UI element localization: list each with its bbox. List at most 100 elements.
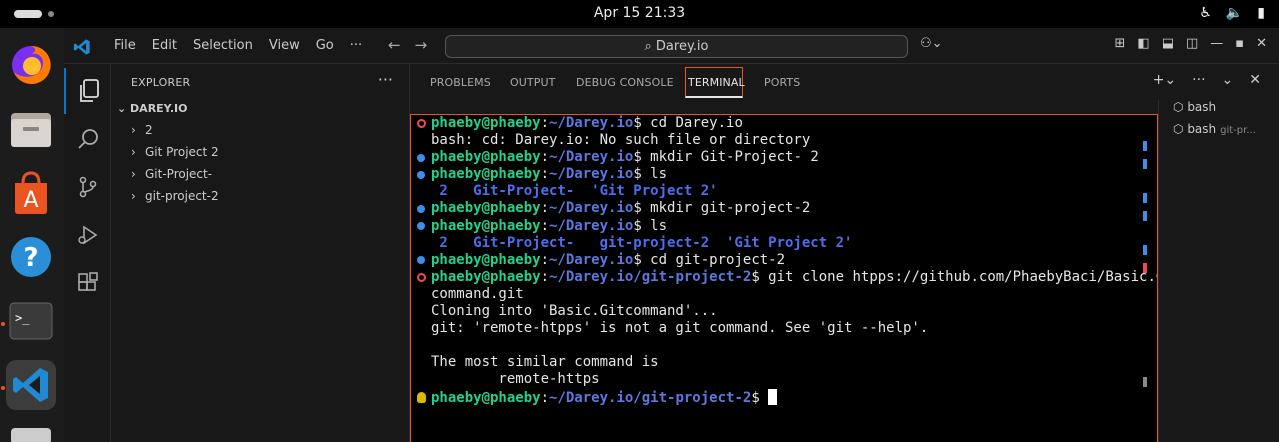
success-mark-icon[interactable] xyxy=(417,170,425,179)
app-center-launcher[interactable]: A xyxy=(6,168,56,218)
toggle-panel-icon[interactable]: ⬓ xyxy=(1162,36,1174,51)
command-mark xyxy=(417,269,426,286)
volume-icon[interactable]: 🔈 xyxy=(1226,5,1243,21)
command-mark xyxy=(417,218,426,235)
system-clock[interactable]: Apr 15 21:33 xyxy=(0,5,1279,21)
vscode-launcher[interactable] xyxy=(6,360,56,410)
toggle-secondary-sidebar-icon[interactable]: ◫ xyxy=(1186,36,1198,51)
terminal-line: command.git xyxy=(431,285,1157,303)
drive-icon xyxy=(11,428,51,442)
explorer-header: EXPLORER xyxy=(131,76,191,89)
success-mark-icon[interactable] xyxy=(417,153,425,162)
error-mark-icon[interactable] xyxy=(417,119,426,129)
navigation-arrows: ← → xyxy=(388,36,427,54)
terminal-tab[interactable]: ⬡ bash xyxy=(1173,100,1216,114)
search-activity[interactable] xyxy=(64,116,111,162)
close-window-icon[interactable]: ✕ xyxy=(1256,36,1267,51)
files-launcher[interactable] xyxy=(6,104,56,154)
minimize-icon[interactable]: — xyxy=(1210,36,1223,51)
tree-item[interactable]: › Git Project 2 xyxy=(131,142,219,162)
firefox-icon xyxy=(12,45,51,84)
error-mark-icon[interactable] xyxy=(417,272,426,282)
tree-item[interactable]: › Git-Project- xyxy=(131,164,212,184)
customize-layout-icon[interactable]: ⊞ xyxy=(1114,36,1125,51)
help-launcher[interactable]: ? xyxy=(6,232,56,282)
command-center[interactable]: ⌕ Darey.io xyxy=(445,35,908,58)
terminal-launcher[interactable]: >_ xyxy=(6,296,56,346)
tab-ports[interactable]: PORTS xyxy=(764,76,800,89)
run-debug-activity[interactable] xyxy=(64,212,111,258)
search-activity-icon xyxy=(77,129,98,149)
command-text: cd git-project-2 xyxy=(650,251,786,268)
tree-item[interactable]: › 2 xyxy=(131,120,153,140)
scroll-mark xyxy=(1143,245,1147,255)
vscode-icon xyxy=(13,368,48,402)
terminal-line: 2 Git-Project- 'Git Project 2' xyxy=(431,183,1157,200)
bottom-panel: PROBLEMS OUTPUT DEBUG CONSOLE TERMINAL P… xyxy=(410,64,1279,442)
command-text: mkdir git-project-2 xyxy=(650,200,811,217)
source-control-activity[interactable] xyxy=(64,164,111,210)
tab-output[interactable]: OUTPUT xyxy=(510,76,555,89)
tab-debug-console[interactable]: DEBUG CONSOLE xyxy=(576,76,674,89)
terminal-tab[interactable]: ⬡ bash git-pr... xyxy=(1173,122,1256,136)
menu-selection[interactable]: Selection xyxy=(185,38,261,53)
output-text: Cloning into 'Basic.Gitcommand'... xyxy=(431,303,718,320)
firefox-launcher[interactable] xyxy=(6,40,56,90)
success-mark-icon[interactable] xyxy=(417,205,425,214)
workspace-root-label: DAREY.IO xyxy=(130,102,188,115)
system-tray[interactable]: ♿ 🔈 ▮ xyxy=(1199,5,1265,21)
toggle-sidebar-icon[interactable]: ◧ xyxy=(1137,36,1149,51)
tab-problems[interactable]: PROBLEMS xyxy=(430,76,491,89)
workspace-root-folder[interactable]: ⌄ DAREY.IO xyxy=(117,102,187,115)
svg-text:A: A xyxy=(23,188,38,213)
forward-arrow-icon[interactable]: → xyxy=(415,36,428,54)
battery-icon[interactable]: ▮ xyxy=(1257,5,1265,21)
panel-actions: +⌄ ··· ⌄ ✕ xyxy=(1153,72,1261,88)
maximize-icon[interactable]: ▪ xyxy=(1235,36,1244,51)
menu-bar: File Edit Selection View Go ··· xyxy=(106,38,370,53)
explorer-activity[interactable] xyxy=(64,68,111,114)
menu-view[interactable]: View xyxy=(261,38,308,53)
tree-item-label: git-project-2 xyxy=(145,189,219,203)
accessibility-icon[interactable]: ♿ xyxy=(1199,5,1212,21)
success-mark-icon[interactable] xyxy=(417,222,425,231)
command-mark xyxy=(417,320,426,337)
menu-more[interactable]: ··· xyxy=(342,38,370,53)
tree-item[interactable]: › git-project-2 xyxy=(131,186,219,206)
back-arrow-icon[interactable]: ← xyxy=(388,36,401,54)
command-mark xyxy=(417,389,426,406)
terminal-line: phaeby@phaeby:~/Darey.io$ ls xyxy=(431,217,668,234)
output-text: command.git xyxy=(431,285,524,302)
command-text: ls xyxy=(650,166,668,183)
chevron-down-icon[interactable]: ⌄ xyxy=(1222,72,1234,88)
copilot-icon: ⚇ xyxy=(920,36,932,51)
prompt-user: phaeby@phaeby xyxy=(431,149,541,166)
window-controls: ⊞ ◧ ⬓ ◫ — ▪ ✕ xyxy=(1114,36,1267,51)
prompt-path: ~/Darey.io xyxy=(549,166,634,183)
copilot-menu[interactable]: ⚇⌄ xyxy=(920,36,943,51)
command-mark xyxy=(417,252,426,269)
lightbulb-icon[interactable] xyxy=(417,391,426,403)
menu-file[interactable]: File xyxy=(106,38,144,53)
system-top-bar: Apr 15 21:33 ♿ 🔈 ▮ xyxy=(0,0,1279,28)
new-terminal-icon[interactable]: +⌄ xyxy=(1153,72,1176,88)
terminal-view[interactable]: phaeby@phaeby:~/Darey.io$ cd Darey.io bas… xyxy=(410,114,1158,442)
tab-terminal[interactable]: TERMINAL xyxy=(688,76,745,89)
menu-edit[interactable]: Edit xyxy=(144,38,185,53)
success-mark-icon[interactable] xyxy=(417,256,425,265)
more-launcher[interactable] xyxy=(6,428,56,442)
command-text: mkdir Git-Project- 2 xyxy=(650,149,819,166)
command-mark xyxy=(417,235,426,252)
menu-go[interactable]: Go xyxy=(308,38,342,53)
more-actions-icon[interactable]: ··· xyxy=(378,70,393,89)
extensions-activity[interactable] xyxy=(64,260,111,306)
prompt-path: ~/Darey.io xyxy=(549,149,634,166)
terminal-running-indicator xyxy=(1,322,5,326)
activity-bar xyxy=(64,64,111,442)
tree-item-label: Git Project 2 xyxy=(145,145,219,159)
close-panel-icon[interactable]: ✕ xyxy=(1249,72,1261,88)
tree-item-label: Git-Project- xyxy=(145,167,213,181)
prompt-path: ~/Darey.io/git-project-2 xyxy=(549,389,752,406)
terminal-line: bash: cd: Darey.io: No such file or dire… xyxy=(431,132,1157,149)
more-actions-icon[interactable]: ··· xyxy=(1192,72,1205,88)
